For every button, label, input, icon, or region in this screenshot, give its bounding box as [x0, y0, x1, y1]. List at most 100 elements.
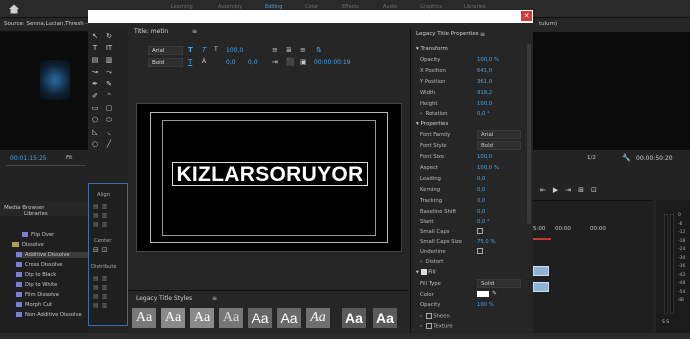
fill-type-dropdown[interactable]: Solid: [477, 279, 521, 288]
leading-value[interactable]: 0,0: [248, 59, 258, 66]
path-type-tool-icon[interactable]: ↝: [91, 68, 99, 76]
properties-menu-icon[interactable]: ≡: [480, 31, 485, 38]
distribute-buttons[interactable]: ▤▥ ▤▥ ▤▥ ▤▥: [93, 274, 125, 319]
wrench-icon[interactable]: 🔧: [622, 154, 631, 162]
baseline-shift-field[interactable]: 0,0: [477, 209, 485, 215]
align-buttons[interactable]: ▤▥ ▤▥ ▤▥: [93, 202, 125, 232]
source-monitor-title[interactable]: Source: Senna,Lucian,Thresh - Le: [0, 18, 88, 32]
center-buttons[interactable]: ⊟⊡: [93, 246, 125, 256]
texture-checkbox[interactable]: [425, 323, 432, 329]
list-item-folder[interactable]: Dissolve: [12, 242, 44, 248]
fill-color-swatch[interactable]: [477, 291, 489, 297]
small-caps-size-field[interactable]: 75,0 %: [477, 239, 496, 245]
add-anchor-icon[interactable]: ✐: [91, 92, 99, 100]
style-swatch[interactable]: Aa: [373, 308, 397, 328]
type-tool-icon[interactable]: T: [91, 44, 99, 52]
list-item[interactable]: Morph Cut: [16, 302, 52, 308]
underline-checkbox[interactable]: [477, 248, 483, 254]
clipped-rect-tool-icon[interactable]: ⬠: [91, 116, 99, 124]
list-item[interactable]: Non-Additive Dissolve: [16, 312, 82, 318]
safe-area-icon[interactable]: ▣: [300, 58, 307, 66]
rotation-toggle[interactable]: › Rotation: [420, 111, 448, 117]
underline-icon[interactable]: T: [188, 58, 192, 66]
list-item[interactable]: Dip to White: [16, 282, 57, 288]
sheen-checkbox[interactable]: [425, 313, 432, 319]
rectangle-tool-icon[interactable]: ▭: [91, 104, 99, 112]
delete-anchor-icon[interactable]: ✎: [105, 80, 113, 88]
convert-anchor-icon[interactable]: ⌃: [105, 92, 113, 100]
align-right-icon[interactable]: ≡: [300, 46, 306, 54]
rounded-corner-tool-icon[interactable]: ⬭: [105, 116, 113, 124]
list-item-selected[interactable]: Additive Dissolve: [16, 252, 88, 258]
styles-menu-icon[interactable]: ≡: [212, 295, 217, 302]
timeline-clip[interactable]: [533, 266, 549, 276]
program-monitor-title[interactable]: tulum): [533, 18, 690, 32]
pen-tool-icon[interactable]: ✒: [91, 80, 99, 88]
line-tool-icon[interactable]: ╱: [105, 140, 113, 148]
align-center-icon[interactable]: ≣: [286, 46, 292, 54]
transport-controls[interactable]: ⇤▶⇥⊞⊡: [540, 186, 650, 196]
opacity-value[interactable]: 100,0 %: [477, 57, 499, 63]
vertical-path-type-icon[interactable]: ⤳: [105, 68, 113, 76]
wedge-tool-icon[interactable]: ◺: [91, 128, 99, 136]
font-family-select[interactable]: Arial: [148, 46, 183, 55]
fill-checkbox[interactable]: [420, 269, 427, 275]
titler-timecode[interactable]: 00:00:00:19: [314, 59, 351, 66]
texture-toggle[interactable]: › Texture: [420, 323, 453, 330]
meter-solo-buttons[interactable]: S S: [662, 320, 669, 325]
style-swatch[interactable]: Aa: [342, 308, 366, 328]
fill-section-toggle[interactable]: ▾ Fill: [416, 269, 436, 276]
style-swatch[interactable]: Aa: [161, 308, 185, 328]
rotation-tool-icon[interactable]: ↻: [105, 32, 113, 40]
vertical-area-type-icon[interactable]: ▥: [105, 56, 113, 64]
eyedropper-icon[interactable]: ✎: [492, 290, 497, 297]
aspect-field[interactable]: 100,0 %: [477, 165, 499, 171]
style-swatch[interactable]: Aa: [277, 308, 301, 328]
ellipse-tool-icon[interactable]: ○: [91, 140, 99, 148]
area-type-tool-icon[interactable]: ▤: [91, 56, 99, 64]
list-item[interactable]: Dip to Black: [16, 272, 56, 278]
title-text-object[interactable]: KIZLARSORUYOR: [172, 162, 368, 186]
slant-field[interactable]: 0,0 °: [477, 219, 490, 225]
titler-window-titlebar[interactable]: [88, 10, 533, 23]
font-family-dropdown[interactable]: Arial: [477, 130, 521, 139]
close-button[interactable]: ✕: [521, 11, 532, 21]
program-zoom-select[interactable]: 1/2: [587, 155, 596, 161]
font-style-dropdown[interactable]: Bold: [477, 141, 521, 150]
align-left-icon[interactable]: ≡: [272, 46, 278, 54]
style-swatch[interactable]: Aa: [306, 308, 330, 328]
program-timecode[interactable]: 00:00:50:20: [636, 155, 673, 162]
arc-tool-icon[interactable]: ◟: [105, 128, 113, 136]
properties-scrollbar[interactable]: [527, 44, 531, 224]
source-ruler[interactable]: [6, 165, 86, 175]
selection-tool-icon[interactable]: ↖: [91, 32, 99, 40]
italic-icon[interactable]: T: [202, 46, 206, 54]
tracking-field[interactable]: 0,0: [477, 198, 485, 204]
vertical-type-tool-icon[interactable]: IT: [105, 44, 113, 52]
list-item[interactable]: Cross Dissolve: [16, 262, 63, 268]
title-tab-menu-icon[interactable]: ≡: [192, 28, 197, 35]
font-size-field[interactable]: 100,0: [477, 154, 492, 160]
timeline-clip[interactable]: [533, 282, 549, 292]
tab-stops-icon[interactable]: ⇥: [272, 58, 278, 66]
kerning-field[interactable]: 0,0: [477, 187, 485, 193]
style-swatch[interactable]: Aa: [248, 308, 272, 328]
title-tab[interactable]: Title: metin: [134, 28, 168, 35]
home-icon[interactable]: [8, 3, 20, 15]
small-caps-checkbox[interactable]: [477, 228, 483, 234]
bold-icon[interactable]: T: [188, 46, 193, 54]
font-size-value[interactable]: 100,0: [226, 47, 243, 54]
source-fit-select[interactable]: Fit: [66, 155, 72, 161]
style-swatch[interactable]: Aa: [132, 308, 156, 328]
list-item[interactable]: Flip Over: [22, 232, 54, 238]
properties-section-toggle[interactable]: ▾ Properties: [416, 121, 448, 127]
leading-field[interactable]: 0,0: [477, 176, 485, 182]
height-value[interactable]: 100,0: [477, 101, 492, 107]
sheen-toggle[interactable]: › Sheen: [420, 313, 450, 320]
roll-crawl-icon[interactable]: ⇅: [316, 46, 322, 54]
distort-toggle[interactable]: › Distort: [420, 259, 443, 265]
y-position-value[interactable]: 361,0: [477, 79, 492, 85]
x-position-value[interactable]: 641,0: [477, 68, 492, 74]
show-background-icon[interactable]: ⬛: [286, 58, 295, 66]
style-swatch[interactable]: Aa: [190, 308, 214, 328]
